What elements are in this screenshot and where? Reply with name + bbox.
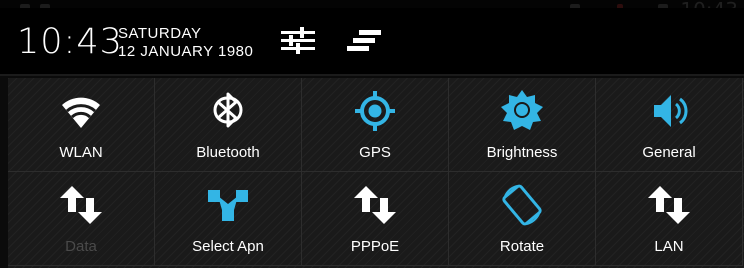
quick-settings-grid: WLAN Bluetooth GPS Brightness General Da…: [8, 78, 744, 268]
brightness-icon: [499, 88, 545, 134]
transfer-icon: [646, 182, 692, 228]
gps-icon: [352, 88, 398, 134]
tile-label: Data: [65, 238, 97, 255]
tile-label: Bluetooth: [196, 144, 260, 161]
volume-icon: [646, 88, 692, 134]
tile-wlan[interactable]: WLAN: [8, 78, 155, 172]
shade-header: 10:43 SATURDAY 12 JANUARY 1980: [0, 8, 744, 76]
network-icon: [205, 182, 251, 228]
tile-label: WLAN: [59, 144, 103, 161]
transfer-icon: [352, 182, 398, 228]
tile-label: LAN: [654, 238, 684, 255]
tile-label: General: [642, 144, 696, 161]
tile-label: Select Apn: [192, 238, 264, 255]
clear-notifications-icon: [347, 30, 381, 51]
notification-shade: 10:43 10:43 SATURDAY 12 JANUARY 1980: [0, 0, 744, 268]
rotate-icon: [499, 182, 545, 228]
tile-rotate[interactable]: Rotate: [449, 172, 596, 266]
tile-bluetooth[interactable]: Bluetooth: [155, 78, 302, 172]
tile-data[interactable]: Data: [8, 172, 155, 266]
tile-label: Brightness: [486, 144, 558, 161]
tile-select-apn[interactable]: Select Apn: [155, 172, 302, 266]
header-date[interactable]: 12 JANUARY 1980: [118, 43, 253, 60]
tile-general[interactable]: General: [596, 78, 743, 172]
bluetooth-icon: [205, 88, 251, 134]
settings-button[interactable]: [279, 26, 319, 56]
tile-brightness[interactable]: Brightness: [449, 78, 596, 172]
tile-pppoe[interactable]: PPPoE: [302, 172, 449, 266]
tile-label: GPS: [359, 144, 391, 161]
header-clock[interactable]: 10:43: [17, 22, 123, 62]
data-transfer-icon: [58, 182, 104, 228]
tile-label: Rotate: [499, 238, 545, 255]
header-day[interactable]: SATURDAY: [118, 25, 201, 42]
clear-notifications-button[interactable]: [345, 26, 385, 56]
tile-gps[interactable]: GPS: [302, 78, 449, 172]
wifi-icon: [58, 88, 104, 134]
tile-lan[interactable]: LAN: [596, 172, 743, 266]
tile-label: PPPoE: [350, 238, 400, 255]
sliders-icon: [281, 27, 315, 54]
